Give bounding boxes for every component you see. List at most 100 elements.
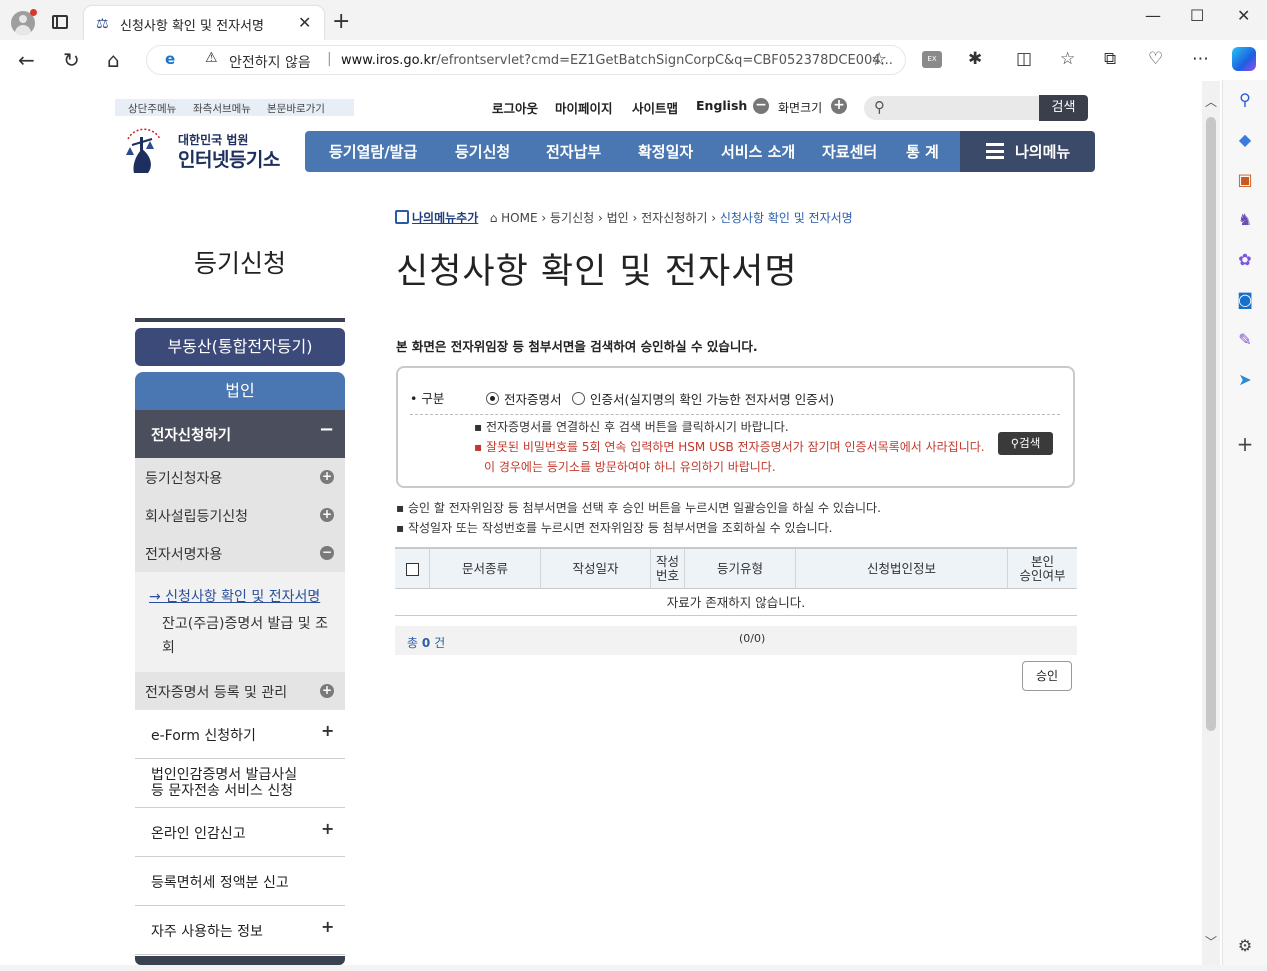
lnb-item-eform[interactable]: e-Form 신청하기 + [135, 710, 345, 759]
main-navigation: 등기열람/발급 등기신청 전자납부 확정일자 서비스 소개 자료센터 통 계 [305, 131, 961, 172]
favorite-star-icon[interactable]: ☆ [871, 49, 887, 70]
sidebar-shopping-icon[interactable]: ◆ [1235, 130, 1255, 150]
scroll-down-icon[interactable]: ﹀ [1205, 933, 1217, 950]
english-link[interactable]: English [696, 98, 747, 113]
gnb-item-fixed-date[interactable]: 확정일자 [638, 141, 693, 162]
sidebar-add-icon[interactable]: + [1235, 434, 1255, 454]
lnb-item-frequent-info[interactable]: 자주 사용하는 정보 + [135, 906, 345, 955]
gnb-item-data-center[interactable]: 자료센터 [822, 141, 877, 162]
gnb-item-service-intro[interactable]: 서비스 소개 [721, 141, 795, 162]
page-scrollbar[interactable]: ︿ ﹀ [1202, 81, 1220, 965]
refresh-icon[interactable]: ↻ [63, 48, 80, 72]
sidebar-search-icon[interactable]: ⚲ [1235, 90, 1255, 110]
more-menu-icon[interactable]: ⋯ [1192, 49, 1209, 69]
col-doc-type[interactable]: 문서종류 [430, 549, 541, 589]
plus-icon[interactable]: + [321, 819, 334, 838]
lnb-sub-signer[interactable]: 전자서명자용 − [135, 534, 345, 572]
not-secure-label[interactable]: 안전하지 않음 [229, 52, 311, 72]
lnb-sub-applicant[interactable]: 등기신청자용 + [135, 458, 345, 496]
my-menu-label: 나의메뉴 [1015, 143, 1071, 161]
radio-certificate-label[interactable]: 인증서(실지명의 확인 가능한 전자서명 인증서) [590, 389, 834, 408]
browser-tab[interactable]: ⚖ 신청사항 확인 및 전자서명 ✕ [84, 6, 324, 40]
skip-link-side-menu[interactable]: 좌측서브메뉴 [193, 101, 251, 116]
add-my-menu-link[interactable]: 나의메뉴추가 [395, 210, 478, 225]
skip-link-top-menu[interactable]: 상단주메뉴 [128, 101, 176, 116]
warning-icon[interactable]: ⚠ [205, 50, 218, 66]
extension-icon[interactable]: EX [922, 51, 942, 68]
expand-plus-icon[interactable]: + [320, 470, 334, 484]
collections-icon[interactable]: ⧉ [1104, 49, 1116, 69]
maximize-icon[interactable]: ☐ [1190, 6, 1204, 25]
radio-e-cert-label[interactable]: 전자증명서 [504, 389, 562, 408]
home-icon[interactable]: ⌂ [107, 48, 120, 72]
lnb-sub-company-setup[interactable]: 회사설립등기신청 + [135, 496, 345, 534]
form-note-2: ▪ 잘못된 비밀번호를 5회 연속 입력하면 HSM USB 전자증명서가 잠기… [474, 440, 985, 454]
select-all-checkbox[interactable] [405, 562, 419, 576]
approve-button[interactable]: 승인 [1022, 661, 1072, 691]
lnb-real-estate[interactable]: 부동산(통합전자등기) [135, 328, 345, 366]
cert-search-button[interactable]: ⚲검색 [998, 432, 1053, 455]
sidebar-send-icon[interactable]: ➤ [1235, 370, 1255, 390]
copilot-icon[interactable] [1232, 47, 1256, 71]
sidebar-microsoft365-icon[interactable]: ✿ [1235, 250, 1255, 270]
plus-icon[interactable]: + [321, 917, 334, 936]
site-logo[interactable]: 대한민국 법원 인터넷등기소 [120, 125, 295, 175]
crumb-registration[interactable]: 등기신청 [550, 211, 594, 225]
tab-title: 신청사항 확인 및 전자서명 [120, 19, 264, 34]
crumb-corporation[interactable]: 법인 [607, 211, 629, 225]
site-search-button[interactable]: 검색 [1039, 95, 1088, 121]
crumb-home[interactable]: HOME [501, 211, 537, 225]
site-search-input[interactable]: ⚲ [864, 96, 1039, 120]
sidebar-designer-icon[interactable]: ✎ [1235, 330, 1255, 350]
favorites-icon[interactable]: ☆ [1060, 49, 1075, 69]
scroll-up-icon[interactable]: ︿ [1205, 93, 1217, 110]
my-menu-button[interactable]: 나의메뉴 [960, 131, 1095, 172]
lnb-item-online-seal[interactable]: 온라인 인감신고 + [135, 808, 345, 857]
sidebar-settings-icon[interactable]: ⚙ [1235, 936, 1255, 956]
radio-certificate[interactable] [572, 392, 585, 405]
lnb-item-seal-sms[interactable]: 법인인감증명서 발급사실 등 문자전송 서비스 신청 [135, 759, 345, 808]
lnb-link-balance-cert[interactable]: 잔고(주금)증명서 발급 및 조회 [162, 612, 340, 660]
mypage-link[interactable]: 마이페이지 [555, 98, 613, 117]
radio-e-cert[interactable] [486, 392, 499, 405]
split-screen-icon[interactable]: ◫ [1016, 49, 1032, 69]
address-bar[interactable]: e ⚠ 안전하지 않음 | www.iros.go.kr/efrontservl… [146, 45, 906, 75]
minimize-icon[interactable]: — [1145, 6, 1161, 25]
zoom-out-icon[interactable]: − [753, 98, 769, 114]
lnb-e-application[interactable]: 전자신청하기 − [135, 410, 345, 458]
gnb-item-view-issue[interactable]: 등기열람/발급 [329, 141, 417, 162]
col-date[interactable]: 작성일자 [541, 549, 651, 589]
logout-link[interactable]: 로그아웃 [492, 98, 538, 117]
lnb-sub-e-cert[interactable]: 전자증명서 등록 및 관리 + [135, 672, 345, 710]
tab-close-icon[interactable]: ✕ [298, 13, 311, 32]
skip-link-content[interactable]: 본문바로가기 [267, 101, 325, 116]
crumb-e-application[interactable]: 전자신청하기 [641, 211, 707, 225]
browser-essentials-icon[interactable]: ♡ [1148, 49, 1163, 69]
expand-plus-icon[interactable]: + [320, 684, 334, 698]
gnb-item-statistics[interactable]: 통 계 [906, 141, 939, 162]
plus-icon[interactable]: + [321, 721, 334, 740]
col-number[interactable]: 작성 번호 [651, 549, 685, 589]
sidebar-outlook-icon[interactable]: ◙ [1235, 290, 1255, 310]
sidebar-tools-icon[interactable]: ▣ [1235, 170, 1255, 190]
lnb-link-confirm-sign[interactable]: → 신청사항 확인 및 전자서명 [149, 586, 320, 606]
sidebar-games-icon[interactable]: ♞ [1235, 210, 1255, 230]
lnb-corporation[interactable]: 법인 [135, 372, 345, 410]
window-close-icon[interactable]: ✕ [1237, 6, 1250, 25]
sitemap-link[interactable]: 사이트맵 [632, 98, 678, 117]
tab-actions-icon[interactable] [52, 15, 68, 29]
ie-mode-icon[interactable]: e [165, 50, 175, 68]
collapse-icon[interactable]: − [319, 419, 334, 440]
collapse-minus-icon[interactable]: − [320, 546, 334, 560]
scroll-thumb[interactable] [1206, 117, 1216, 731]
new-tab-icon[interactable]: + [332, 9, 350, 34]
url-text[interactable]: www.iros.go.kr/efrontservlet?cmd=EZ1GetB… [341, 53, 893, 68]
zoom-in-icon[interactable]: + [831, 98, 847, 114]
extensions-puzzle-icon[interactable]: ✱ [968, 49, 982, 69]
expand-plus-icon[interactable]: + [320, 508, 334, 522]
lnb-item-license-tax[interactable]: 등록면허세 정액분 신고 [135, 857, 345, 906]
gnb-item-registration[interactable]: 등기신청 [455, 141, 510, 162]
logo-title: 인터넷등기소 [178, 149, 280, 171]
back-icon[interactable]: ← [18, 48, 35, 72]
gnb-item-e-payment[interactable]: 전자납부 [546, 141, 601, 162]
